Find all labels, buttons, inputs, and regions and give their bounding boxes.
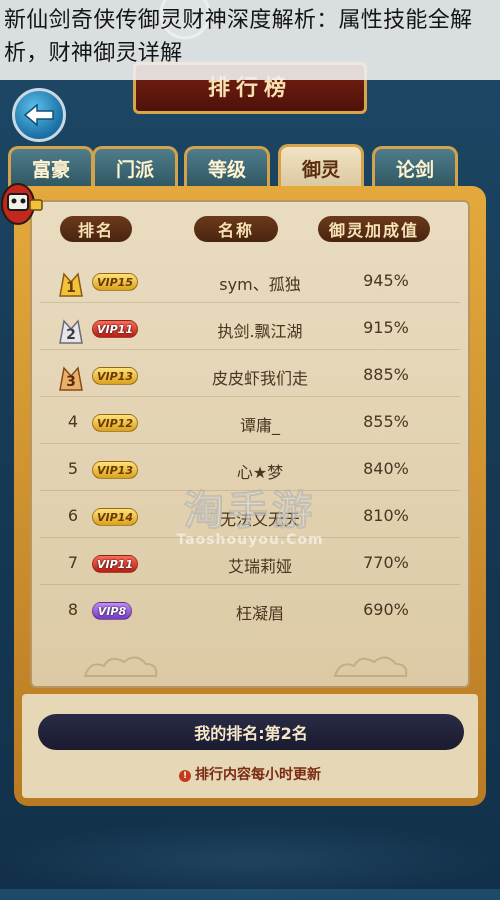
vip-badge: VIP14 [92, 508, 138, 526]
cloud-decoration-icon [83, 656, 158, 677]
ranking-row[interactable]: 5 VIP13 心★梦 840% [40, 450, 460, 491]
vip-badge: VIP13 [92, 461, 138, 479]
spirit-bonus-value: 945% [363, 271, 409, 290]
tab-spirit[interactable]: 御灵 [278, 144, 364, 190]
tab-level[interactable]: 等级 [184, 146, 270, 188]
player-name: 执剑.飘江湖 [217, 322, 303, 341]
rank-2-medal-icon: 2 [59, 319, 83, 344]
cloud-decoration-icon [333, 656, 408, 677]
rank-3-medal-icon: 3 [59, 366, 83, 391]
back-arrow-icon [23, 103, 54, 127]
article-headline-bar: 新仙剑奇侠传御灵财神深度解析：属性技能全解析，财神御灵详解 [0, 0, 500, 80]
column-header-rank: 排名 [60, 216, 132, 242]
spirit-bonus-value: 690% [363, 600, 409, 619]
vip-badge: VIP11 [92, 555, 138, 573]
dragon-mask-icon[interactable] [0, 180, 44, 228]
tab-sect[interactable]: 门派 [92, 146, 178, 188]
rank-number: 7 [67, 553, 79, 572]
spirit-bonus-value: 810% [363, 506, 409, 525]
rank-1-medal-icon: 1 [59, 272, 83, 297]
spirit-bonus-value: 855% [363, 412, 409, 431]
info-icon: ! [179, 770, 191, 782]
update-note-text: 排行内容每小时更新 [195, 767, 321, 783]
article-headline: 新仙剑奇侠传御灵财神深度解析：属性技能全解析，财神御灵详解 [4, 8, 473, 66]
player-name: sym、孤独 [219, 275, 301, 294]
player-name: 心★梦 [236, 463, 284, 482]
player-name: 枉凝眉 [235, 604, 284, 623]
spirit-bonus-value: 770% [363, 553, 409, 572]
tab-duel[interactable]: 论剑 [372, 146, 458, 188]
ranking-row[interactable]: 2 VIP11 执剑.飘江湖 915% [40, 309, 460, 350]
column-header-name: 名称 [194, 216, 278, 242]
player-name: 皮皮虾我们走 [211, 369, 308, 388]
background-swirl [0, 820, 500, 900]
ranking-row[interactable]: 3 VIP13 皮皮虾我们走 885% [40, 356, 460, 397]
ranking-row[interactable]: 6 VIP14 无法又无天 810% [40, 497, 460, 538]
vip-badge: VIP11 [92, 320, 138, 338]
rank-number: 8 [67, 600, 79, 619]
vip-badge: VIP8 [92, 602, 132, 620]
vip-badge: VIP13 [92, 367, 138, 385]
player-name: 谭庸_ [239, 416, 280, 435]
rank-number: 6 [67, 506, 79, 525]
player-name: 艾瑞莉娅 [227, 557, 292, 576]
my-rank-bar[interactable]: 我的排名:第2名 [38, 714, 464, 750]
rank-medal-number: 3 [66, 374, 76, 390]
ranking-row[interactable]: 7 VIP11 艾瑞莉娅 770% [40, 544, 460, 585]
back-button[interactable] [12, 88, 66, 142]
rank-number: 4 [67, 412, 79, 431]
update-note: ! 排行内容每小时更新 [0, 764, 500, 784]
vip-badge: VIP12 [92, 414, 138, 432]
ranking-row[interactable]: 4 VIP12 谭庸_ 855% [40, 403, 460, 444]
rank-medal-number: 1 [66, 280, 76, 296]
spirit-bonus-value: 840% [363, 459, 409, 478]
rank-number: 5 [67, 459, 79, 478]
player-name: 无法又无天 [219, 510, 300, 529]
spirit-bonus-value: 915% [363, 318, 409, 337]
rank-medal-number: 2 [66, 327, 76, 343]
ranking-row[interactable]: 8 VIP8 枉凝眉 690% [40, 591, 460, 631]
spirit-bonus-value: 885% [363, 365, 409, 384]
column-header-value: 御灵加成值 [318, 216, 430, 242]
vip-badge: VIP15 [92, 273, 138, 291]
ranking-row[interactable]: 1 VIP15 sym、孤独 945% [40, 262, 460, 303]
